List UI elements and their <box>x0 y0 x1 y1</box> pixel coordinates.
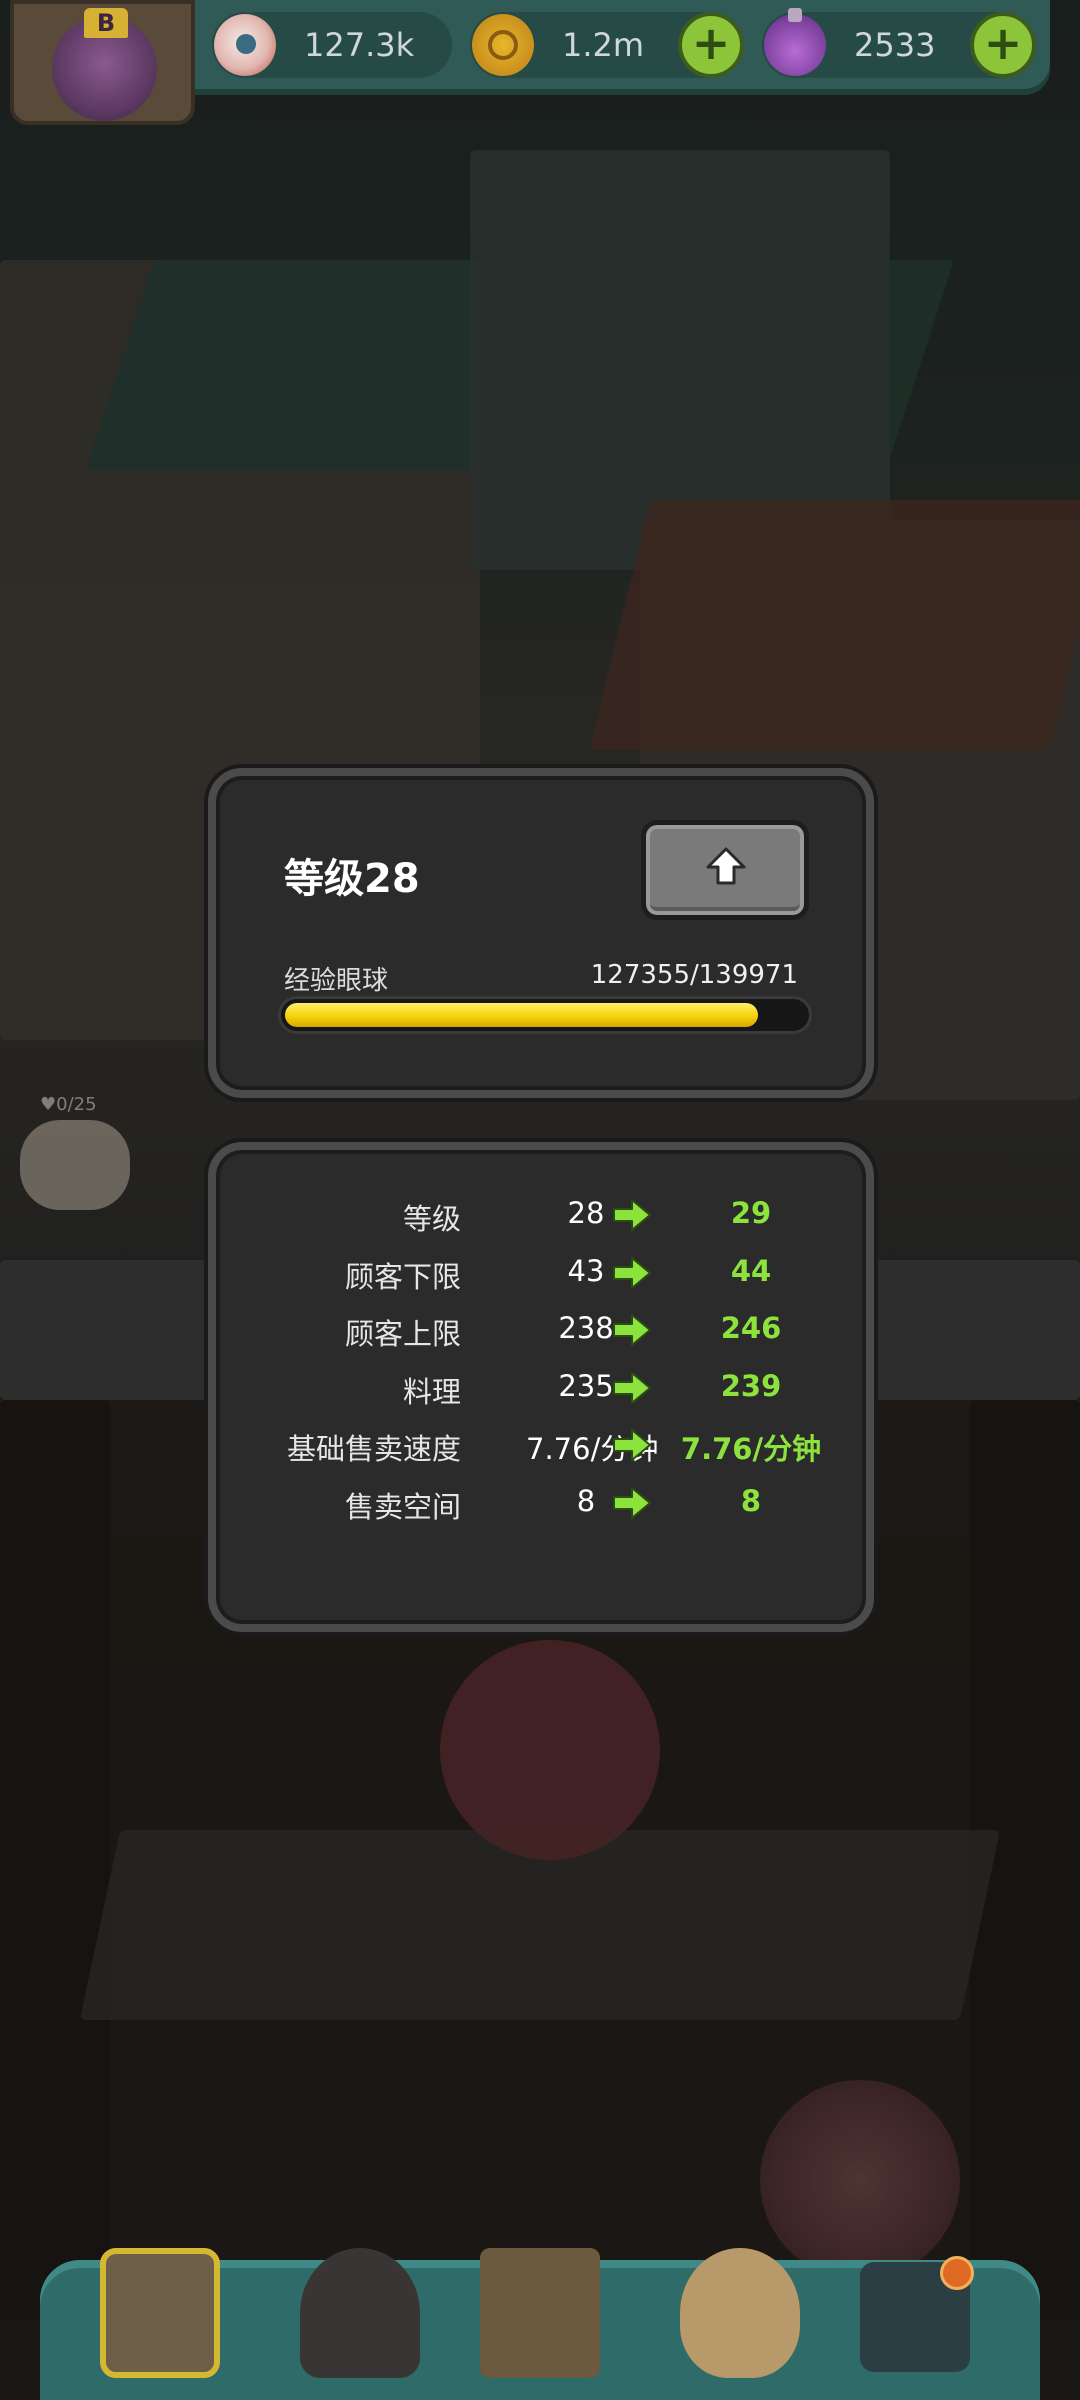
stat-row: 等级 28 29 <box>216 1188 866 1244</box>
stat-next-value: 7.76/分钟 <box>680 1432 822 1466</box>
stat-name: 等级 <box>402 1202 461 1236</box>
stat-next-value: 239 <box>720 1368 782 1403</box>
exp-value: 127355/139971 <box>590 960 798 990</box>
right-arrow-icon <box>613 1429 651 1461</box>
rank-badge: B <box>84 8 128 38</box>
stat-next-value: 8 <box>740 1483 762 1518</box>
potion-count: 2533 <box>854 26 936 64</box>
level-panel: 等级28 经验眼球 127355/139971 <box>208 768 874 1098</box>
coin-resource: 1.2m + <box>470 12 744 78</box>
notification-badge <box>940 2256 974 2290</box>
stat-row: 料理 235 239 <box>216 1361 866 1417</box>
stat-next-value: 246 <box>720 1311 782 1345</box>
shop-nav-button[interactable] <box>100 2248 220 2378</box>
game-screen: ♥0/25 B 127.3k 1.2m + 2533 + 等级28 经验眼球 1… <box>0 0 1080 2400</box>
stat-next-value: 44 <box>730 1253 772 1288</box>
level-title: 等级28 <box>284 856 420 902</box>
stat-name: 料理 <box>402 1374 461 1409</box>
eyeball-icon <box>214 14 276 76</box>
coin-count: 1.2m <box>562 26 645 64</box>
right-arrow-icon <box>613 1256 651 1289</box>
up-arrow-icon <box>706 847 746 885</box>
bag-nav-button[interactable] <box>680 2248 800 2378</box>
recipe-book-nav-button[interactable] <box>480 2248 600 2378</box>
exp-progress-bar <box>278 996 812 1034</box>
stat-name: 顾客下限 <box>344 1259 461 1294</box>
eyeball-count: 127.3k <box>304 26 415 64</box>
upgrade-button[interactable] <box>641 820 809 920</box>
stat-name: 顾客上限 <box>344 1317 461 1351</box>
potion-icon <box>764 8 826 76</box>
monster-nav-button[interactable] <box>300 2248 420 2378</box>
player-avatar[interactable]: B <box>10 0 195 125</box>
potion-resource: 2533 + <box>762 8 1036 78</box>
eyeball-resource: 127.3k <box>212 12 452 78</box>
add-potions-button[interactable]: + <box>970 12 1036 78</box>
stat-row: 基础售卖速度 7.76/分钟 7.76/分钟 <box>216 1418 866 1474</box>
coin-icon <box>472 14 534 76</box>
stat-name: 基础售卖速度 <box>286 1432 461 1466</box>
add-coins-button[interactable]: + <box>678 12 744 78</box>
stat-row: 顾客上限 238 246 <box>216 1303 866 1359</box>
stat-next-value: 29 <box>730 1196 772 1230</box>
right-arrow-icon <box>613 1486 651 1519</box>
stat-row: 顾客下限 43 44 <box>216 1246 866 1302</box>
stat-row: 售卖空间 8 8 <box>216 1476 866 1532</box>
right-arrow-icon <box>613 1314 651 1346</box>
stat-name: 售卖空间 <box>344 1489 461 1524</box>
exp-label: 经验眼球 <box>284 966 389 996</box>
stats-panel: 等级 28 29 顾客下限 43 44 顾客上限 238 246 料理 235 239 基础售卖速度 7.… <box>208 1142 874 1632</box>
right-arrow-icon <box>613 1199 651 1231</box>
exp-progress-fill <box>285 1003 758 1027</box>
right-arrow-icon <box>613 1371 651 1404</box>
